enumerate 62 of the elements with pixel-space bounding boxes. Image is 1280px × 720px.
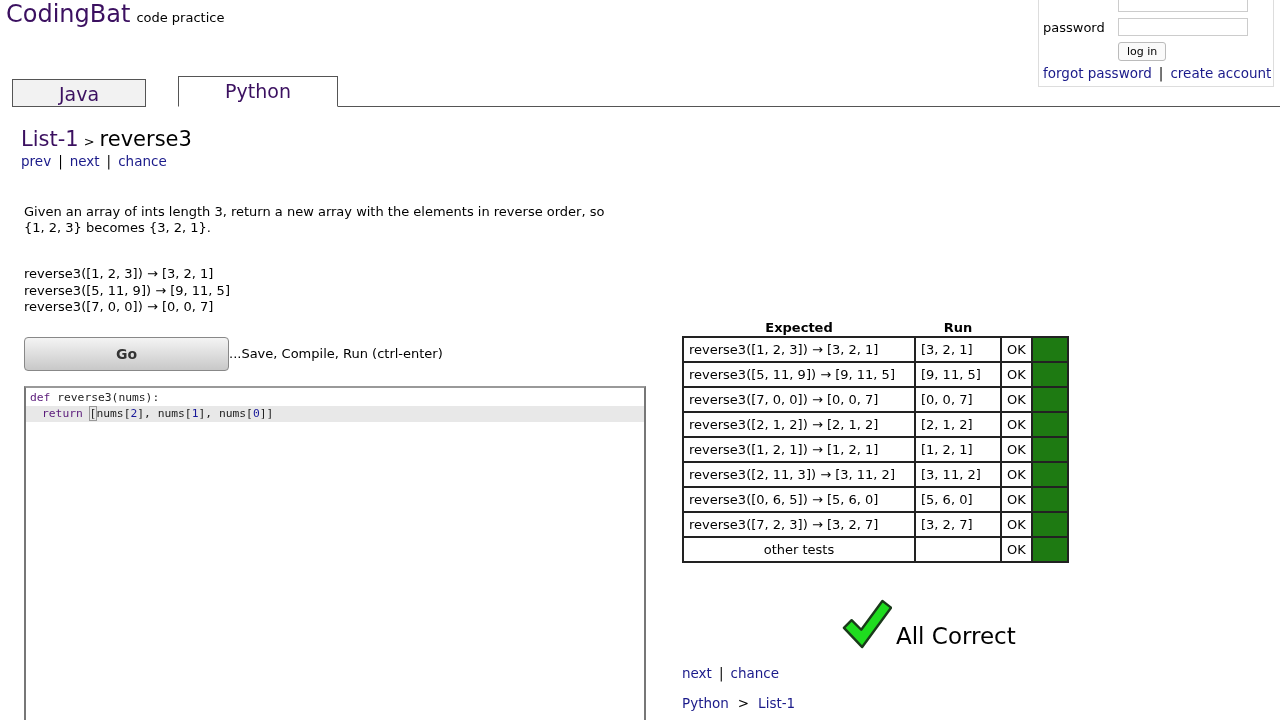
breadcrumb-separator: > — [83, 134, 95, 149]
nav-link[interactable]: next — [69, 153, 100, 169]
table-cell: [5, 6, 0] — [915, 487, 1001, 512]
language-tab[interactable]: Java — [12, 79, 146, 107]
table-cell: reverse3([0, 6, 5]) → [5, 6, 0] — [683, 487, 915, 512]
table-cell: [9, 11, 5] — [915, 362, 1001, 387]
section-link[interactable]: List-1 — [21, 127, 79, 151]
problem-description: Given an array of ints length 3, return a new array with the elements in reverse order, so {1, 2, 3} becomes {3, 2, 1}. — [24, 204, 606, 236]
code-line: def reverse3(nums): — [29, 389, 161, 406]
link-separator: | — [58, 153, 63, 169]
table-cell: [3, 11, 2] — [915, 462, 1001, 487]
table-cell: [0, 0, 7] — [915, 387, 1001, 412]
link-separator: | — [106, 153, 112, 169]
breadcrumb-link[interactable]: Python — [682, 695, 729, 711]
link-separator: | — [1158, 65, 1164, 81]
logo[interactable]: CodingBat — [6, 0, 131, 28]
table-cell: other tests — [683, 537, 915, 562]
table-cell: OK — [1001, 437, 1032, 462]
table-cell: reverse3([2, 1, 2]) → [2, 1, 2] — [683, 412, 915, 437]
table-cell: OK — [1001, 487, 1032, 512]
breadcrumb-separator: > — [737, 695, 750, 711]
table-cell: OK — [1001, 512, 1032, 537]
table-cell: OK — [1001, 462, 1032, 487]
code-editor[interactable]: def reverse3(nums): return [nums[2], nums[1], nums[0]] — [24, 385, 646, 720]
example-line: reverse3([1, 2, 3]) → [3, 2, 1] — [24, 266, 215, 283]
table-cell: reverse3([5, 11, 9]) → [9, 11, 5] — [683, 362, 915, 387]
password-field[interactable] — [1118, 18, 1248, 36]
table-cell: [2, 1, 2] — [915, 412, 1001, 437]
go-hint: ...Save, Compile, Run (ctrl-enter) — [229, 346, 443, 361]
table-cell: [3, 2, 7] — [915, 512, 1001, 537]
table-cell: OK — [1001, 537, 1032, 562]
example-line: reverse3([7, 0, 0]) → [0, 0, 7] — [24, 299, 215, 316]
column-header: Expected — [683, 318, 915, 337]
go-button[interactable]: Go — [24, 336, 229, 371]
table-cell: reverse3([7, 0, 0]) → [0, 0, 7] — [683, 387, 915, 412]
account-link[interactable]: forgot password — [1043, 65, 1152, 81]
nav-link[interactable]: chance — [118, 153, 167, 169]
checkmark-icon — [842, 599, 892, 649]
table-cell: OK — [1001, 412, 1032, 437]
table-cell: [3, 2, 1] — [915, 337, 1001, 362]
result-message: All Correct — [896, 623, 1016, 649]
problem-title: reverse3 — [99, 127, 192, 151]
login-button[interactable]: log in — [1118, 41, 1167, 61]
account-link[interactable]: create account — [1170, 65, 1272, 81]
tagline: code practice — [136, 10, 225, 25]
table-cell: reverse3([7, 2, 3]) → [3, 2, 7] — [683, 512, 915, 537]
table-cell: reverse3([1, 2, 1]) → [1, 2, 1] — [683, 437, 915, 462]
table-cell: reverse3([2, 11, 3]) → [3, 11, 2] — [683, 462, 915, 487]
breadcrumb-link[interactable]: List-1 — [758, 695, 796, 711]
nav-link[interactable]: prev — [21, 153, 52, 169]
table-cell: reverse3([1, 2, 3]) → [3, 2, 1] — [683, 337, 915, 362]
table-cell: OK — [1001, 337, 1032, 362]
language-tab[interactable]: Python — [178, 76, 338, 107]
link-separator: | — [718, 665, 724, 681]
nav-link[interactable]: chance — [730, 665, 780, 681]
password-label: password — [1043, 19, 1106, 35]
table-cell: OK — [1001, 362, 1032, 387]
nav-link[interactable]: next — [682, 665, 712, 681]
example-line: reverse3([5, 11, 9]) → [9, 11, 5] — [24, 282, 231, 299]
table-cell: OK — [1001, 387, 1032, 412]
column-header: Run — [915, 318, 1001, 337]
table-cell: [1, 2, 1] — [915, 437, 1001, 462]
